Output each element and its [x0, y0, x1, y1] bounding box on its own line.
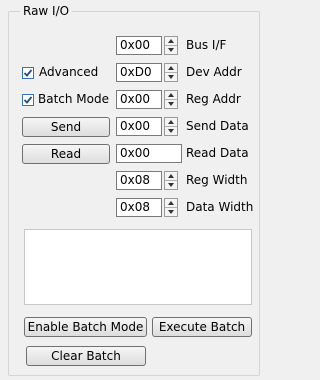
spin-up-icon[interactable]: [168, 120, 174, 124]
reg-addr-field[interactable]: 0x00: [116, 90, 162, 109]
reg-addr-spinner[interactable]: [164, 90, 178, 109]
bus-if-field[interactable]: 0x00: [116, 36, 162, 55]
spin-down-icon[interactable]: [168, 210, 174, 214]
read-button[interactable]: Read: [22, 144, 110, 164]
dev-addr-label: Dev Addr: [186, 65, 242, 79]
reg-width-label: Reg Width: [186, 173, 248, 187]
checkmark-icon: [23, 96, 33, 104]
batch-mode-label[interactable]: Batch Mode: [38, 90, 109, 109]
spin-up-icon[interactable]: [168, 39, 174, 43]
data-width-spinner[interactable]: [164, 198, 178, 217]
batch-mode-checkbox[interactable]: [22, 94, 34, 106]
spin-down-icon[interactable]: [168, 102, 174, 106]
spin-down-icon[interactable]: [168, 48, 174, 52]
batch-list[interactable]: [24, 229, 252, 305]
spin-up-icon[interactable]: [168, 174, 174, 178]
send-data-label: Send Data: [186, 119, 249, 133]
spin-up-icon[interactable]: [168, 201, 174, 205]
enable-batch-mode-button[interactable]: Enable Batch Mode: [24, 317, 147, 337]
spin-down-icon[interactable]: [168, 183, 174, 187]
spin-down-icon[interactable]: [168, 129, 174, 133]
execute-batch-button[interactable]: Execute Batch: [152, 317, 252, 337]
advanced-checkbox[interactable]: [22, 67, 34, 79]
dev-addr-field[interactable]: 0xD0: [116, 63, 162, 82]
spin-up-icon[interactable]: [168, 66, 174, 70]
read-data-field: 0x00: [116, 144, 182, 163]
send-data-field[interactable]: 0x00: [116, 117, 162, 136]
read-data-label: Read Data: [186, 146, 249, 160]
reg-width-field[interactable]: 0x08: [116, 171, 162, 190]
groupbox-title: Raw I/O: [20, 4, 73, 18]
reg-addr-label: Reg Addr: [186, 92, 241, 106]
spin-down-icon[interactable]: [168, 75, 174, 79]
data-width-label: Data Width: [186, 200, 254, 214]
reg-width-spinner[interactable]: [164, 171, 178, 190]
spin-up-icon[interactable]: [168, 93, 174, 97]
checkmark-icon: [23, 69, 33, 77]
send-data-spinner[interactable]: [164, 117, 178, 136]
bus-if-spinner[interactable]: [164, 36, 178, 55]
send-button[interactable]: Send: [22, 117, 110, 137]
clear-batch-button[interactable]: Clear Batch: [26, 346, 146, 366]
bus-if-label: Bus I/F: [186, 38, 227, 52]
advanced-label[interactable]: Advanced: [39, 63, 98, 82]
dev-addr-spinner[interactable]: [164, 63, 178, 82]
data-width-field[interactable]: 0x08: [116, 198, 162, 217]
